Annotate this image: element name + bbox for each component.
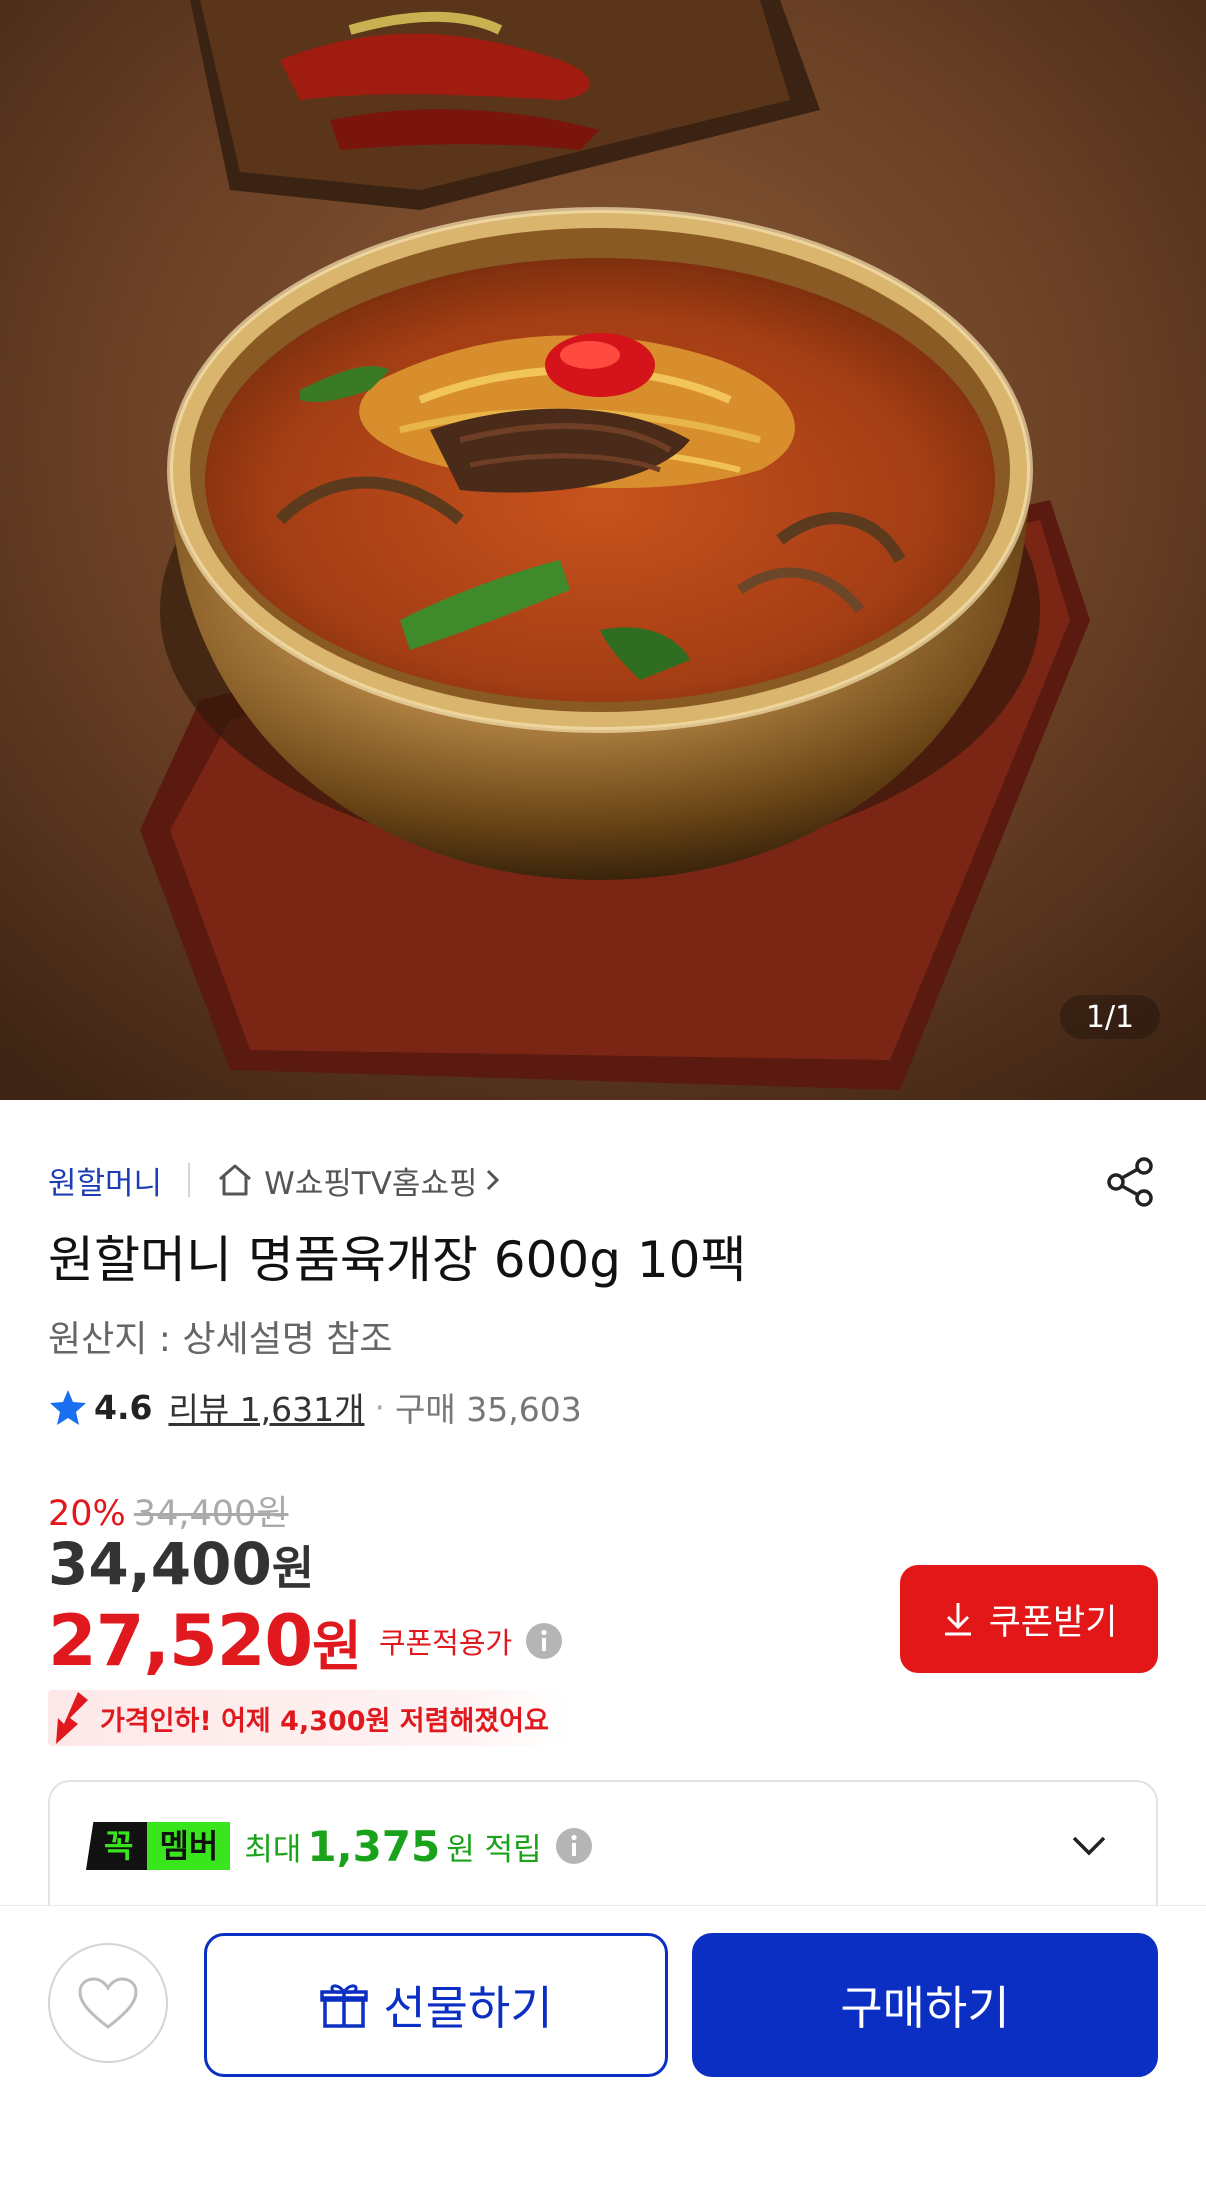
gift-icon	[320, 1984, 369, 2028]
review-count-link[interactable]: 리뷰 1,631개	[168, 1383, 364, 1431]
reward-suffix: 원 적립	[446, 1831, 542, 1868]
price-drop-notice: 가격인하! 어제 4,300원 저렴해졌어요	[48, 1690, 567, 1746]
info-icon[interactable]	[554, 1826, 594, 1866]
gift-button[interactable]: 선물하기	[204, 1933, 668, 2077]
brand-link[interactable]: 원할머니	[48, 1158, 162, 1203]
yukgaejang-photo	[0, 0, 1206, 1100]
sale-price-number: 34,400	[48, 1530, 272, 1598]
sale-price-unit: 원	[271, 1541, 315, 1595]
coupon-price-row: 27,520원 쿠폰적용가	[48, 1600, 564, 1682]
sale-price: 34,400원	[48, 1530, 314, 1598]
download-icon	[944, 1603, 971, 1636]
rating-row: 4.6 리뷰 1,631개 · 구매 35,603	[48, 1385, 582, 1429]
seller-row: 원할머니 W쇼핑TV홈쇼핑	[48, 1150, 1158, 1210]
buy-button[interactable]: 구매하기	[692, 1933, 1158, 2077]
rating-score: 4.6	[94, 1387, 153, 1427]
store-link[interactable]: W쇼핑TV홈쇼핑	[216, 1158, 501, 1203]
reward-prefix: 최대	[244, 1831, 302, 1868]
membership-badge-part1: 꼭	[86, 1822, 148, 1870]
membership-badge: 꼭 멤버	[86, 1822, 231, 1870]
membership-reward-box[interactable]: 꼭 멤버 최대 1,375 원 적립	[48, 1780, 1158, 1910]
original-price: 34,400원	[133, 1494, 289, 1534]
coupon-price-label: 쿠폰적용가	[378, 1626, 513, 1660]
heart-icon	[78, 1977, 138, 2029]
purchase-count: 구매 35,603	[395, 1390, 582, 1429]
membership-badge-part2: 멤버	[147, 1822, 231, 1870]
reward-amount: 1,375	[307, 1821, 441, 1871]
wishlist-button[interactable]	[48, 1943, 168, 2063]
discount-rate: 20%	[48, 1494, 126, 1534]
chevron-down-icon[interactable]	[1068, 1824, 1110, 1866]
product-image[interactable]: 1/1	[0, 0, 1206, 1100]
membership-reward-text: 최대 1,375 원 적립	[244, 1822, 593, 1871]
discount-row: 20% 34,400원	[48, 1485, 288, 1536]
home-icon	[219, 1164, 252, 1196]
star-icon	[50, 1390, 86, 1425]
coupon-price-number: 27,520	[48, 1600, 313, 1682]
image-page-indicator: 1/1	[1060, 995, 1160, 1039]
info-icon[interactable]	[524, 1621, 564, 1661]
store-name: W쇼핑TV홈쇼핑	[264, 1165, 478, 1202]
gift-button-label: 선물하기	[383, 1981, 553, 2035]
bottom-action-bar: 선물하기 구매하기	[0, 1905, 1206, 2201]
chevron-right-icon	[486, 1169, 499, 1191]
coupon-price-unit: 원	[312, 1615, 362, 1678]
divider	[188, 1163, 191, 1197]
share-icon[interactable]	[1102, 1154, 1158, 1210]
price-drop-text: 가격인하! 어제 4,300원 저렴해졌어요	[100, 1705, 549, 1737]
product-title: 원할머니 명품육개장 600g 10팩	[48, 1231, 747, 1289]
coupon-price: 27,520원	[48, 1600, 362, 1682]
price-drop-arrow-icon	[56, 1692, 88, 1744]
coupon-download-label: 쿠폰받기	[988, 1602, 1118, 1643]
product-origin: 원산지 : 상세설명 참조	[48, 1319, 393, 1360]
separator-dot: ·	[374, 1387, 386, 1427]
coupon-download-button[interactable]: 쿠폰받기	[900, 1565, 1158, 1673]
